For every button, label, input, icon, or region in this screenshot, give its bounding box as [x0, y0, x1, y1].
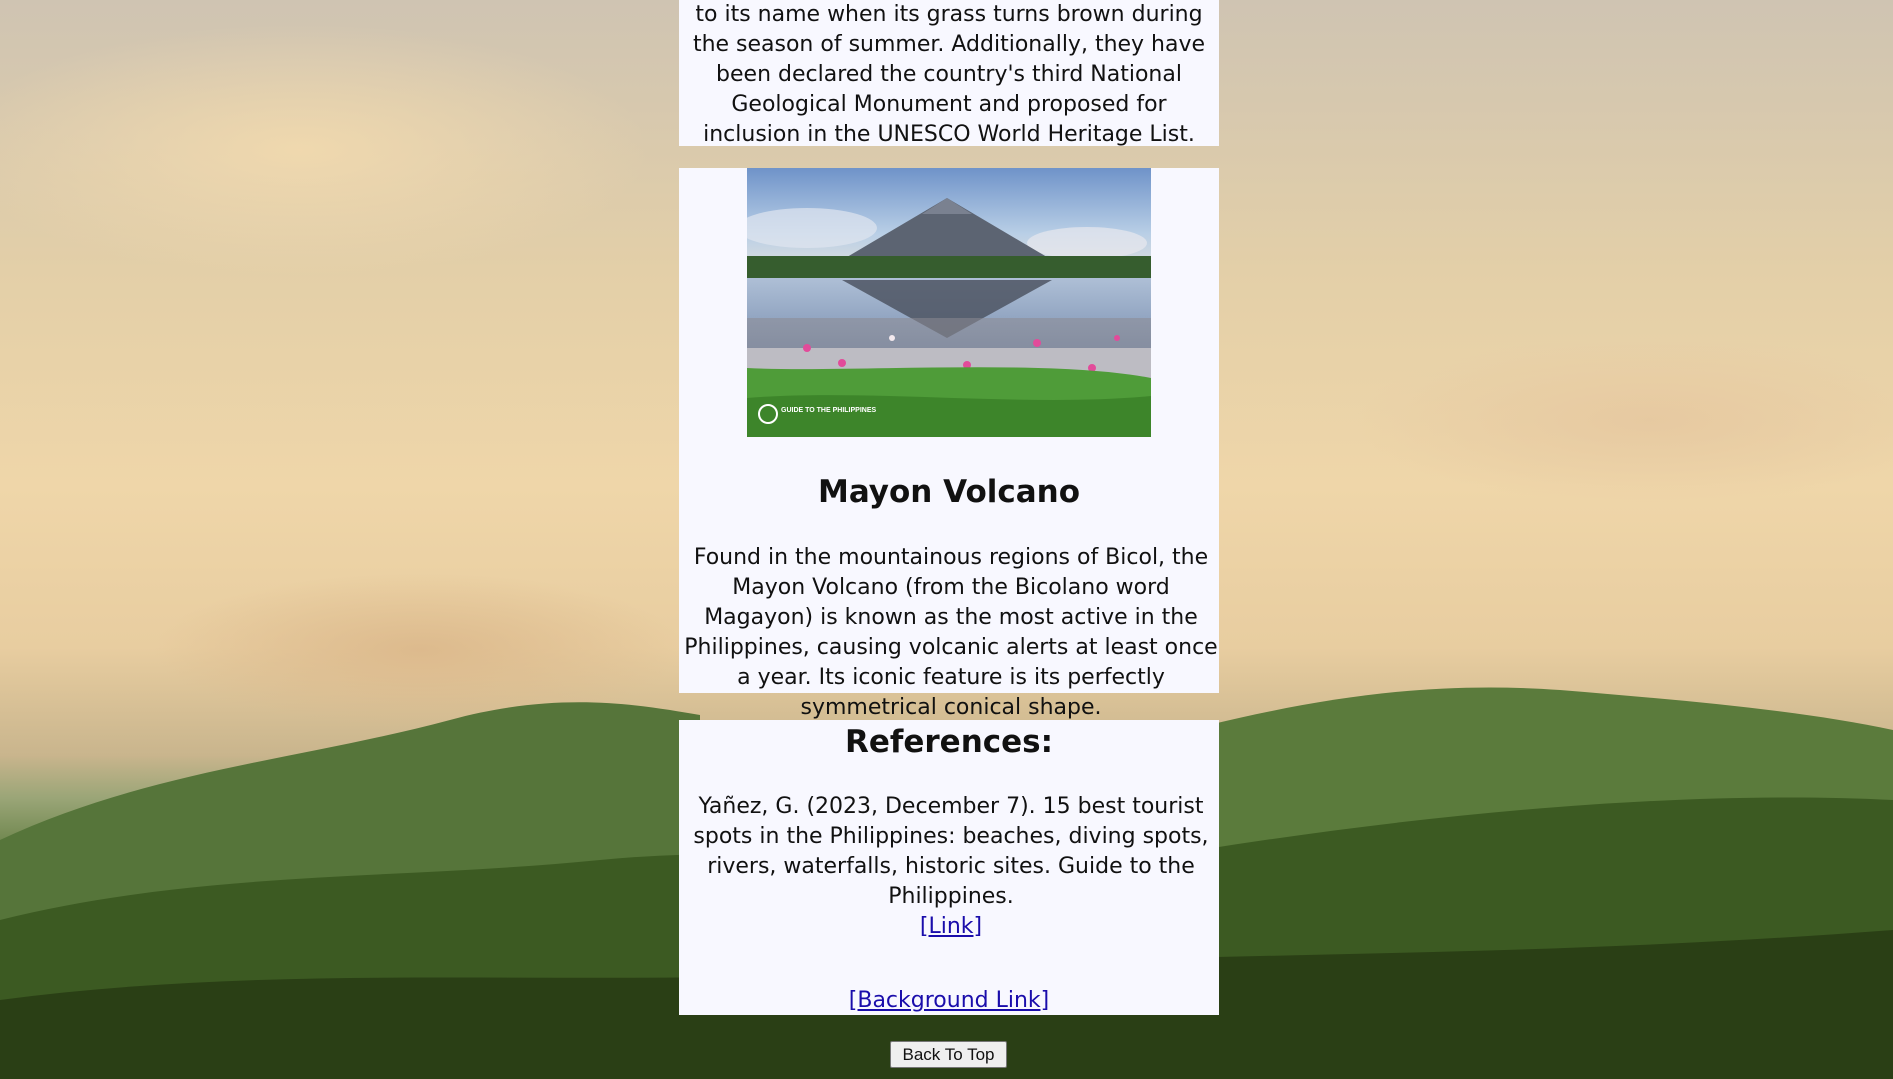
citation-text: Yañez, G. (2023, December 7). 15 best to…	[693, 794, 1209, 909]
background-link-wrapper: [Background Link]	[679, 986, 1219, 1017]
photo-watermark: GUIDE TO THE PHILIPPINES	[781, 407, 876, 414]
reference-link[interactable]: [Link]	[920, 914, 982, 939]
previous-spot-card: to its name when its grass turns brown d…	[679, 0, 1219, 147]
mayon-volcano-photo: GUIDE TO THE PHILIPPINES	[747, 168, 1151, 437]
mayon-card: GUIDE TO THE PHILIPPINES Mayon Volcano F…	[679, 168, 1219, 720]
mayon-description: Found in the mountainous regions of Bico…	[684, 545, 1218, 720]
references-title: References:	[844, 724, 1054, 760]
previous-spot-description: to its name when its grass turns brown d…	[692, 2, 1206, 147]
back-to-top-button[interactable]: Back To Top	[890, 1041, 1007, 1068]
references-card: References: Yañez, G. (2023, December 7)…	[679, 720, 1219, 1015]
mayon-title: Mayon Volcano	[817, 474, 1081, 510]
reference-citation: Yañez, G. (2023, December 7). 15 best to…	[679, 792, 1223, 942]
background-link[interactable]: [Background Link]	[849, 988, 1049, 1013]
